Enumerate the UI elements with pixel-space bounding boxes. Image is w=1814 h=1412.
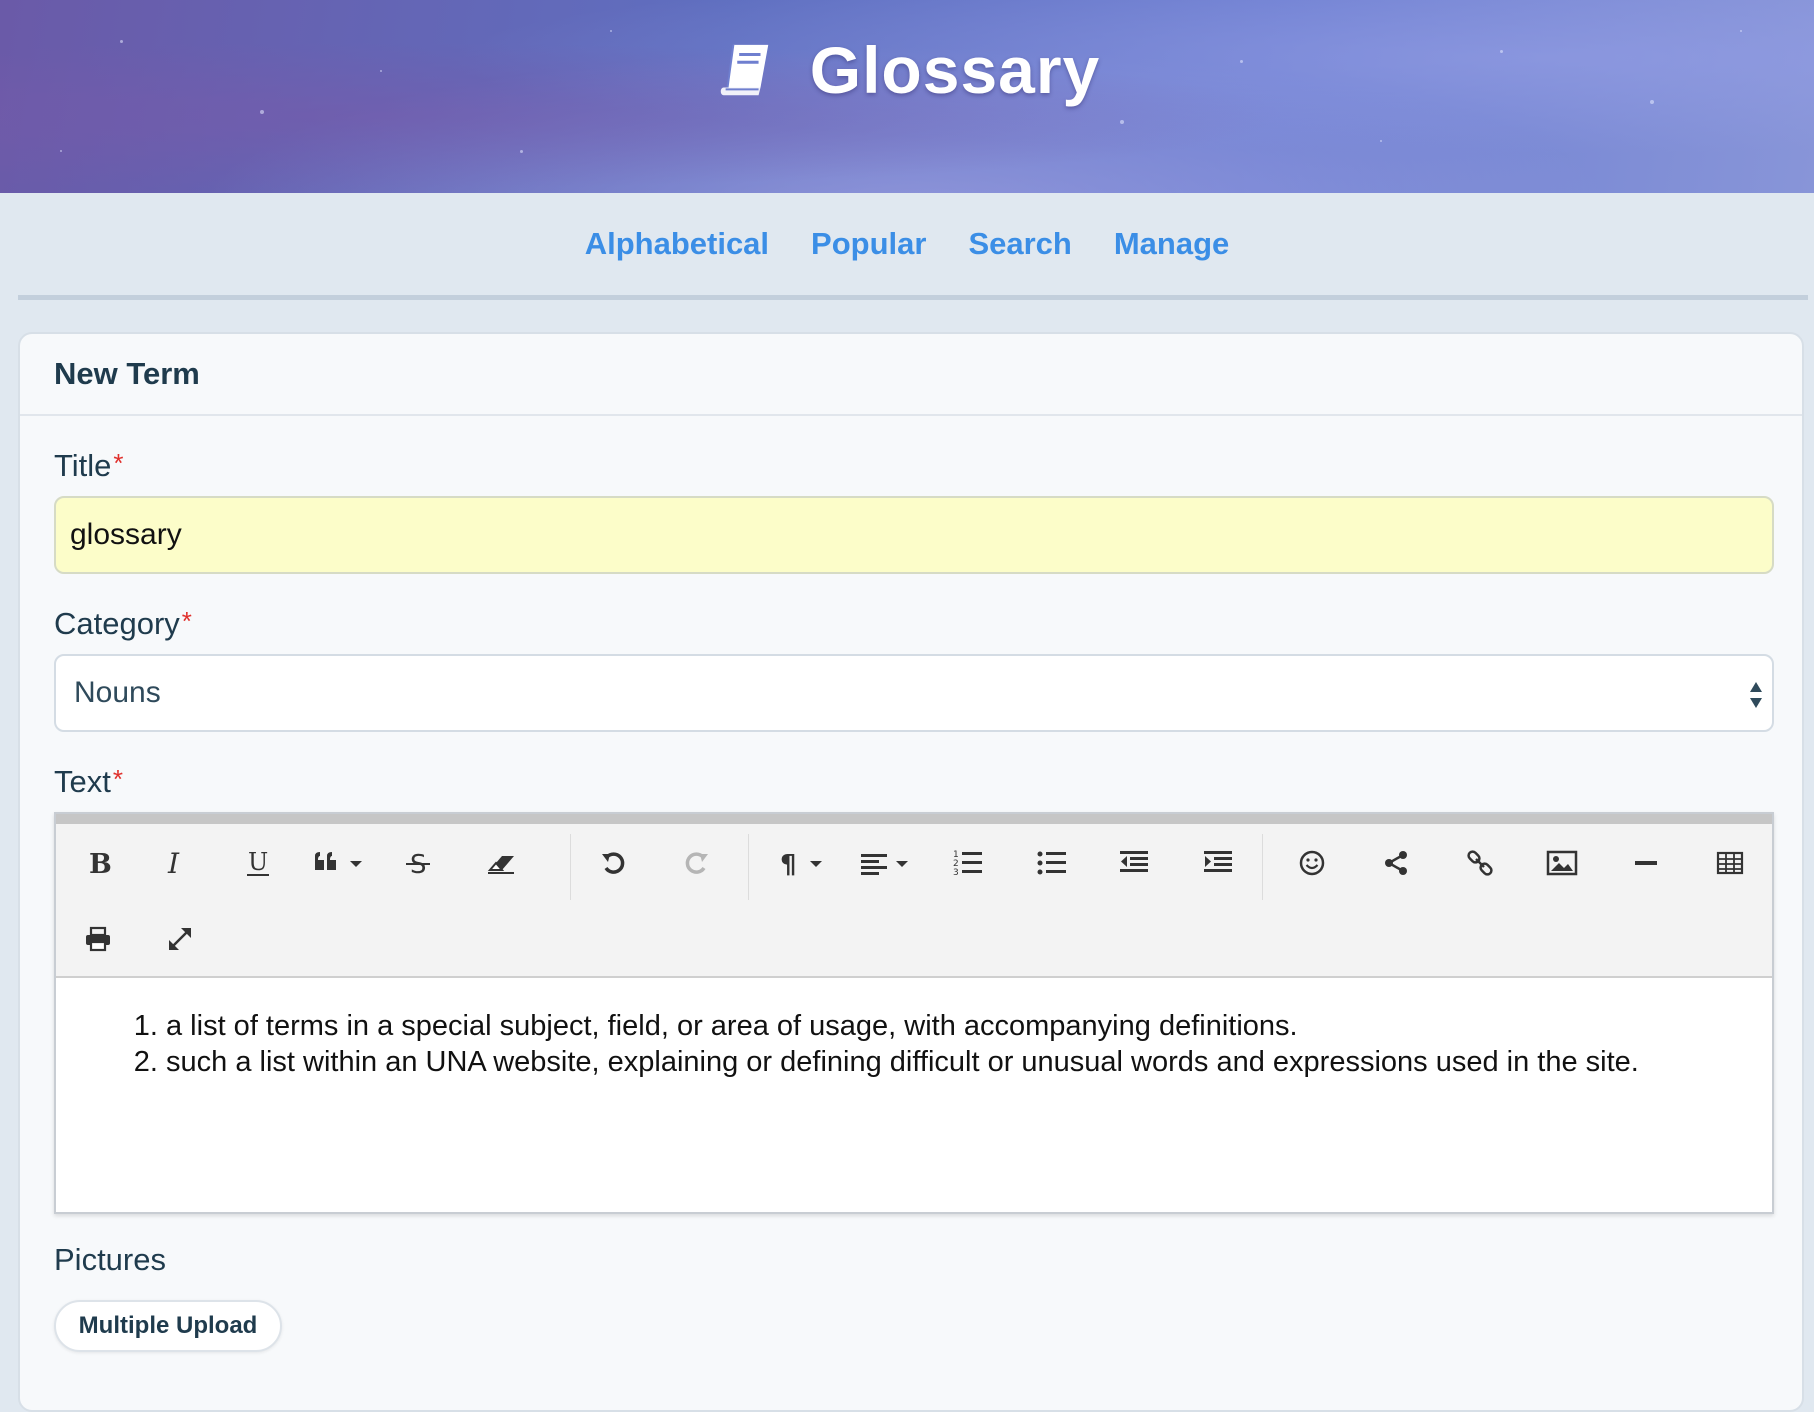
category-label: Category* (54, 606, 192, 642)
pictures-label: Pictures (54, 1242, 166, 1277)
toolbar-separator (748, 834, 749, 900)
category-selected-value: Nouns (74, 676, 161, 709)
link-icon[interactable] (1448, 834, 1512, 892)
unordered-list-icon[interactable] (1020, 834, 1084, 892)
title-input[interactable] (54, 496, 1774, 574)
header-banner: Glossary (0, 0, 1814, 193)
eraser-icon[interactable] (470, 834, 534, 892)
category-label-text: Category (54, 606, 180, 641)
strikethrough-icon[interactable]: S (386, 834, 450, 892)
nav-divider (18, 295, 1808, 300)
table-icon[interactable] (1698, 834, 1762, 892)
indent-icon[interactable] (1186, 834, 1250, 892)
emoji-icon[interactable] (1280, 834, 1344, 892)
rich-text-editor: B I U S ¶ 1 2 3 1. a list of terms in a … (54, 812, 1774, 1214)
horizontal-rule-icon[interactable] (1614, 834, 1678, 892)
text-label: Text* (54, 764, 123, 800)
main-nav: Alphabetical Popular Search Manage (0, 193, 1814, 295)
editor-toolbar: B I U S ¶ 1 2 3 (56, 824, 1772, 978)
select-arrows-icon (1750, 682, 1762, 708)
svg-text:3: 3 (953, 868, 959, 878)
text-label-text: Text (54, 764, 111, 799)
title-label: Title* (54, 448, 124, 484)
editor-top-bar (56, 814, 1772, 824)
italic-icon[interactable]: I (142, 834, 206, 892)
share-icon[interactable] (1364, 834, 1428, 892)
nav-manage[interactable]: Manage (1114, 226, 1229, 262)
print-icon[interactable] (66, 910, 130, 968)
required-mark: * (112, 764, 123, 794)
outdent-icon[interactable] (1102, 834, 1166, 892)
card-title: New Term (54, 356, 200, 391)
bold-icon[interactable]: B (66, 834, 130, 892)
svg-text:U: U (248, 848, 268, 876)
editor-content[interactable]: a list of terms in a special subject, fi… (56, 978, 1772, 1080)
title-label-text: Title (54, 448, 112, 483)
app-title-wrap: Glossary (0, 0, 1814, 140)
redo-icon[interactable] (664, 834, 728, 892)
svg-text:¶: ¶ (780, 850, 797, 878)
new-term-card: New Term Title* Category* Nouns Text* B … (18, 332, 1804, 1412)
nav-alphabetical[interactable]: Alphabetical (585, 226, 769, 262)
fullscreen-icon[interactable] (148, 910, 212, 968)
svg-text:B: B (89, 849, 112, 878)
toolbar-separator (1262, 834, 1263, 900)
required-mark: * (113, 448, 124, 478)
undo-icon[interactable] (582, 834, 646, 892)
book-icon (720, 44, 768, 96)
ordered-list-icon[interactable]: 123 (936, 834, 1000, 892)
svg-text:I: I (167, 848, 180, 878)
blockquote-icon[interactable] (302, 834, 378, 892)
list-item: such a list within an UNA website, expla… (166, 1044, 1732, 1080)
nav-search[interactable]: Search (968, 226, 1071, 262)
definition-list: a list of terms in a special subject, fi… (136, 1008, 1732, 1080)
category-select[interactable]: Nouns (54, 654, 1774, 732)
app-title: Glossary (809, 33, 1101, 107)
toolbar-separator (570, 834, 571, 900)
nav-popular[interactable]: Popular (811, 226, 926, 262)
required-mark: * (181, 606, 192, 636)
list-item: a list of terms in a special subject, fi… (166, 1008, 1732, 1044)
underline-icon[interactable]: U (226, 834, 290, 892)
multiple-upload-button[interactable]: Multiple Upload (54, 1300, 282, 1352)
image-icon[interactable] (1530, 834, 1594, 892)
paragraph-icon[interactable]: ¶ (766, 834, 842, 892)
align-left-icon[interactable] (848, 834, 924, 892)
card-header: New Term (20, 334, 1802, 416)
